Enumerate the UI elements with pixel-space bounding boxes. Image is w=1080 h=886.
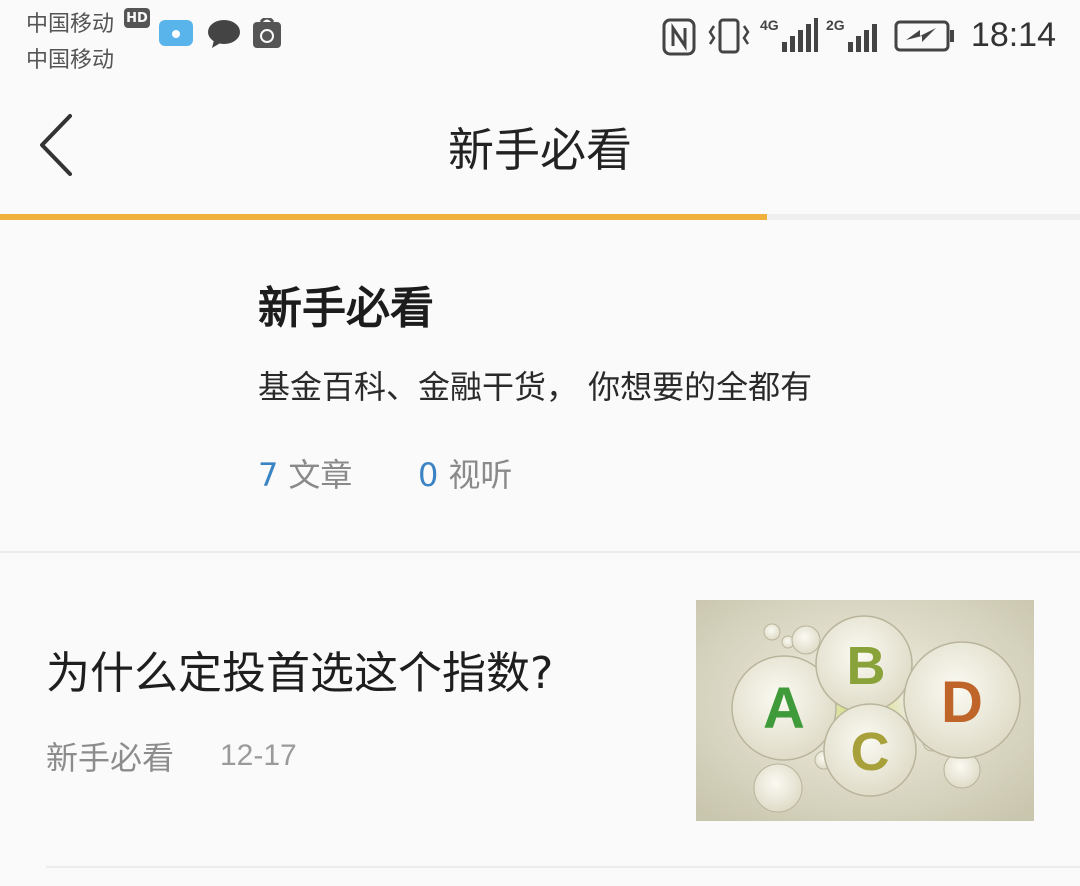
clock: 18:14 — [970, 16, 1056, 54]
thumb-letter-a: A — [763, 676, 805, 741]
svg-text:2G: 2G — [826, 17, 845, 33]
column-title: 新手必看 — [258, 283, 434, 334]
nav-bar: 新手必看 — [0, 80, 1080, 214]
page-title: 新手必看 — [448, 123, 632, 177]
media-count: 0 — [418, 456, 439, 494]
vibrate-icon — [708, 18, 750, 54]
thumb-letter-d: D — [941, 670, 983, 735]
app-notification-icon — [159, 20, 193, 46]
hd-badge: HD — [124, 8, 150, 28]
thumb-letter-b: B — [847, 636, 886, 696]
article-source: 新手必看 — [46, 739, 175, 777]
article-title: 为什么定投首选这个指数? — [46, 648, 554, 699]
abcd-bubbles-image: A B C D — [696, 600, 1034, 821]
battery-charging-icon — [894, 20, 954, 52]
thumb-letter-c: C — [851, 722, 890, 782]
signal-2g-icon: 2G — [826, 17, 877, 52]
carrier-label-1: 中国移动 — [26, 12, 115, 37]
status-bar: 中国移动 中国移动 HD 4G 2G 18:14 — [0, 0, 1080, 80]
article-count: 7 — [258, 456, 279, 494]
column-intro: 新手必看 基金百科、金融干货， 你想要的全都有 7 文章 0 视听 — [0, 220, 1080, 552]
svg-text:4G: 4G — [760, 17, 779, 33]
media-count-stat[interactable]: 0 视听 — [418, 450, 512, 496]
article-date: 12-17 — [220, 739, 297, 772]
signal-4g-icon: 4G — [760, 17, 818, 52]
article-count-stat[interactable]: 7 文章 — [258, 450, 352, 496]
article-thumbnail: A B C D — [696, 600, 1034, 821]
huawei-store-icon — [253, 18, 281, 48]
media-count-label: 视听 — [448, 456, 513, 494]
list-item[interactable]: 为什么定投首选这个指数? 新手必看 12-17 A B C D — [0, 553, 1080, 886]
carrier-label-2: 中国移动 — [26, 48, 115, 73]
column-description: 基金百科、金融干货， 你想要的全都有 — [258, 368, 813, 406]
nfc-icon — [662, 18, 696, 56]
article-count-label: 文章 — [288, 456, 353, 494]
item-divider — [46, 866, 1080, 868]
message-icon — [208, 20, 240, 48]
